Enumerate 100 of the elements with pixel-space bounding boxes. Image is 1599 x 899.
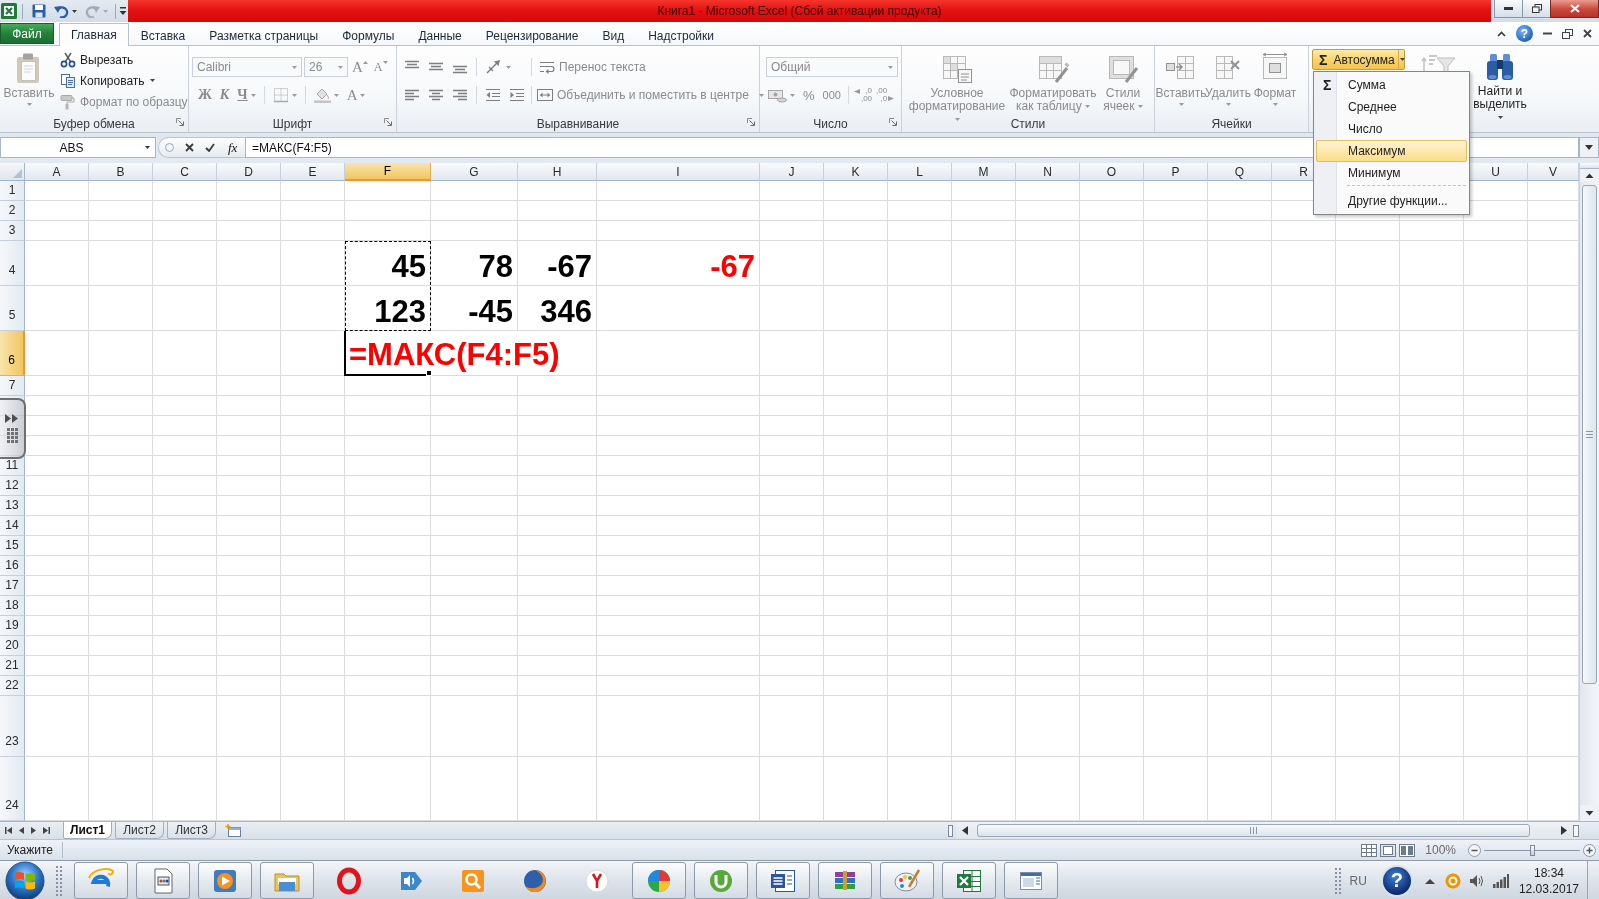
minimize-button[interactable]	[1494, 0, 1522, 18]
zoom-slider-thumb[interactable]	[1530, 844, 1535, 856]
sort-filter-icon[interactable]	[1421, 52, 1457, 74]
zoom-slider-track[interactable]	[1484, 843, 1580, 857]
copy-button[interactable]: Копировать	[57, 70, 191, 91]
taskbar-button[interactable]	[942, 862, 996, 899]
previous-sheet-icon[interactable]	[19, 827, 24, 834]
column-header[interactable]: Q	[1208, 163, 1272, 181]
cut-button[interactable]: Вырезать	[57, 49, 191, 70]
clock[interactable]: 18:34 12.03.2017	[1518, 864, 1579, 897]
save-icon[interactable]	[32, 4, 46, 18]
signal-bars-icon[interactable]	[1492, 873, 1509, 888]
row-header[interactable]: 7	[0, 376, 25, 396]
scroll-left-icon[interactable]	[961, 826, 969, 835]
dialog-launcher-icon[interactable]	[384, 118, 392, 126]
ribbon-tab[interactable]: Вставка	[128, 25, 198, 46]
column-header[interactable]: G	[431, 163, 518, 181]
file-tab[interactable]: Файл	[0, 23, 54, 44]
row-header[interactable]: 18	[0, 596, 25, 616]
show-hidden-icons-icon[interactable]	[1424, 877, 1435, 884]
row-header[interactable]: 2	[0, 201, 25, 221]
row-header[interactable]: 14	[0, 516, 25, 536]
column-header[interactable]: V	[1528, 163, 1579, 181]
column-header[interactable]: A	[25, 163, 89, 181]
row-header[interactable]: 6	[0, 331, 25, 376]
taskbar-button[interactable]	[756, 862, 810, 899]
taskbar-button[interactable]	[818, 862, 872, 899]
insert-function-button[interactable]: fx	[226, 139, 240, 156]
ribbon-tab[interactable]: Надстройки	[636, 25, 726, 46]
column-header[interactable]: H	[518, 163, 597, 181]
row-header[interactable]	[0, 436, 25, 456]
cancel-icon[interactable]	[185, 143, 194, 152]
dialog-launcher-icon[interactable]	[747, 118, 755, 126]
ribbon-tab[interactable]: Вид	[590, 25, 637, 46]
column-header[interactable]: F	[345, 163, 431, 181]
ribbon-tab[interactable]: Разметка страницы	[197, 25, 331, 46]
scrollbar-thumb[interactable]	[977, 824, 1530, 837]
row-header[interactable]: 20	[0, 636, 25, 656]
page-layout-icon[interactable]	[1380, 843, 1397, 857]
row-header[interactable]: 4	[0, 241, 25, 286]
ribbon-tab[interactable]: Формулы	[330, 25, 407, 46]
column-header[interactable]: N	[1016, 163, 1080, 181]
column-header[interactable]: P	[1144, 163, 1208, 181]
increase-indent-icon[interactable]	[509, 88, 525, 102]
split-box-icon[interactable]	[1573, 824, 1579, 837]
enter-check-icon[interactable]	[205, 143, 215, 152]
zoom-out-icon[interactable]	[1468, 843, 1481, 857]
y-shape-logo-icon[interactable]	[583, 866, 611, 895]
row-header[interactable]: 24	[0, 757, 25, 821]
start-button[interactable]	[3, 860, 47, 899]
column-header[interactable]: M	[952, 163, 1016, 181]
row-header[interactable]: 11	[0, 456, 25, 476]
first-sheet-icon[interactable]	[5, 827, 12, 834]
decrease-indent-icon[interactable]	[485, 88, 501, 102]
column-header[interactable]: J	[760, 163, 824, 181]
taskbar-button[interactable]	[1004, 862, 1058, 899]
row-header[interactable]: 19	[0, 616, 25, 636]
cell-grid[interactable]	[25, 181, 1579, 821]
dialog-launcher-icon[interactable]	[889, 118, 897, 126]
row-header[interactable]: 1	[0, 181, 25, 201]
language-indicator[interactable]: RU	[1349, 873, 1367, 888]
close-icon[interactable]	[1583, 29, 1592, 38]
minimize-icon[interactable]	[1543, 32, 1552, 35]
spreadsheet-app-icon[interactable]	[1, 3, 17, 19]
collapse-ribbon-icon[interactable]	[1497, 30, 1506, 37]
new-sheet-icon[interactable]	[225, 824, 243, 837]
row-header[interactable]: 22	[0, 676, 25, 696]
taskbar-button[interactable]	[74, 862, 128, 899]
restore-button[interactable]	[1522, 0, 1550, 18]
taskbar-button[interactable]	[198, 862, 252, 899]
sheet-tab[interactable]: Лист1	[63, 822, 112, 839]
scroll-right-icon[interactable]	[1560, 826, 1568, 835]
restore-icon[interactable]	[1562, 28, 1573, 39]
dialog-launcher-icon[interactable]	[176, 118, 184, 126]
column-header[interactable]: L	[888, 163, 952, 181]
row-header[interactable]: 12	[0, 476, 25, 496]
gadget-tab[interactable]	[0, 398, 26, 459]
column-header[interactable]: D	[217, 163, 281, 181]
ribbon-tab[interactable]: Рецензирование	[473, 25, 591, 46]
borders-icon[interactable]	[272, 87, 289, 103]
name-box[interactable]: ABS	[0, 137, 156, 158]
ring-logo-icon[interactable]	[335, 866, 363, 895]
menu-item[interactable]: Другие функции...	[1316, 190, 1467, 212]
scrollbar-split-handle[interactable]	[1580, 163, 1599, 169]
help-tray-button[interactable]: ?	[1380, 864, 1413, 897]
find-select-button[interactable]: Найти и выделить	[1469, 49, 1531, 124]
menu-item[interactable]: Максимум	[1316, 140, 1467, 162]
tab-split-icon[interactable]	[948, 824, 953, 837]
taskbar-button[interactable]	[694, 862, 748, 899]
taskbar-button[interactable]	[880, 862, 934, 899]
taskbar-button[interactable]	[632, 862, 686, 899]
sheet-tab[interactable]: Лист3	[167, 822, 216, 839]
column-header[interactable]: O	[1080, 163, 1144, 181]
currency-icon[interactable]	[767, 87, 787, 103]
row-header[interactable]: 15	[0, 536, 25, 556]
customize-toolbar-icon[interactable]	[119, 6, 127, 16]
taskbar-button[interactable]	[260, 862, 314, 899]
zoom-in-icon[interactable]	[1583, 843, 1596, 857]
column-header[interactable]: K	[824, 163, 888, 181]
column-header[interactable]: C	[153, 163, 217, 181]
